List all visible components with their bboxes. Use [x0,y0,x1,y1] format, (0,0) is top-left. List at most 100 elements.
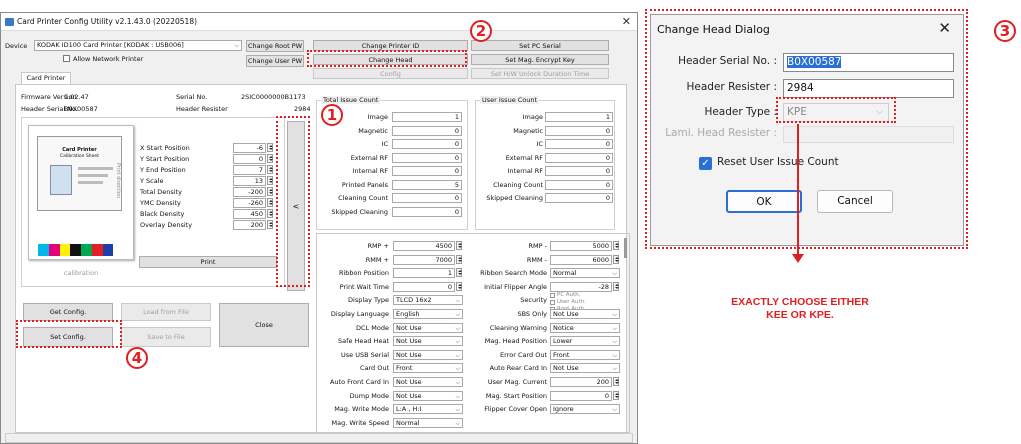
issue-label: IC [381,140,388,148]
change-user-pw-button[interactable]: Change User PW [246,55,304,67]
issue-value: 0 [392,139,462,149]
setting-select[interactable]: Not Use ⌵ [550,309,620,319]
setting-select[interactable]: Ignore ⌵ [550,404,620,415]
position-label: YMC Density [140,199,181,207]
position-value[interactable]: 7 [233,165,266,175]
position-value[interactable]: 200 [233,220,266,230]
header-resister-label: Header Resister [176,105,228,113]
setting-spin-input[interactable]: 0 [393,281,455,292]
position-value[interactable]: 13 [233,176,266,186]
save-to-file-button[interactable]: Save to File [121,327,211,347]
position-value[interactable]: 450 [233,209,266,219]
setting-spin-input[interactable]: 6000 [550,254,612,265]
spin-icon[interactable] [267,143,273,152]
setting-label: Mag. Head Position [484,337,547,346]
chevron-down-icon: ⌵ [612,365,617,373]
allow-network-label: Allow Network Printer [73,55,144,63]
print-button[interactable]: Print [139,256,277,268]
setting-label: Card Out [359,364,389,373]
spin-icon[interactable] [267,220,273,229]
setting-select[interactable]: Not Use ⌵ [393,390,463,401]
device-select[interactable]: KODAK ID100 Card Printer [KODAK : USB006… [34,40,242,51]
color-bar [102,244,114,256]
setting-select[interactable]: TLCD 16x2 ⌵ [393,295,463,306]
setting-spin-input[interactable]: 5000 [550,241,612,251]
spin-icon[interactable] [267,209,273,218]
setting-label: Ribbon Position [338,269,389,278]
setting-select[interactable]: Front ⌵ [393,363,463,374]
security-checkbox[interactable] [550,300,555,306]
tab-card-printer[interactable]: Card Printer [21,72,71,84]
setting-select[interactable]: Not Use ⌵ [393,377,463,387]
setting-label: Cleaning Warning [489,323,547,332]
setting-spin-input[interactable]: 7000 [393,254,455,265]
load-from-file-button[interactable]: Load from File [121,303,211,321]
scrollbar-thumb[interactable] [624,238,627,258]
note-line-2: KEE OR KPE. [766,309,834,321]
setting-select[interactable]: Front ⌵ [550,349,620,360]
position-value[interactable]: -260 [233,198,266,208]
setting-select[interactable]: Not Use ⌵ [393,349,463,360]
position-value[interactable]: 0 [233,154,266,164]
spin-icon[interactable] [267,165,273,174]
setting-select[interactable]: Not Use ⌵ [550,363,620,374]
setting-select[interactable]: Not Use ⌵ [393,336,463,347]
config-button[interactable]: Config [313,68,468,79]
spin-icon[interactable] [613,390,619,400]
allow-network-checkbox[interactable] [63,55,70,62]
spin-icon[interactable] [456,281,462,291]
position-value[interactable]: -6 [233,143,266,153]
close-icon[interactable]: ✕ [622,15,631,28]
spin-icon[interactable] [613,241,619,250]
spin-icon[interactable] [267,187,273,196]
spin-icon[interactable] [456,241,462,250]
spin-icon[interactable] [267,154,273,163]
setting-select[interactable]: Notice ⌵ [550,322,620,333]
chevron-down-icon: ⌵ [455,338,460,346]
setting-spin-input[interactable]: 200 [550,377,612,387]
position-value[interactable]: -200 [233,187,266,197]
color-bar [81,244,92,256]
setting-select[interactable]: English ⌵ [393,309,463,319]
set-pc-serial-button[interactable]: Set PC Serial [471,40,609,51]
setting-select-value: Notice [553,323,574,332]
setting-select[interactable]: Normal ⌵ [393,417,463,428]
spin-icon[interactable] [456,254,462,264]
spin-icon[interactable] [613,254,619,264]
settings-panel: RMP + 4500 RMM + 7000 Ribbon Position 1 Print … [316,233,630,433]
setting-label: RMP + [367,242,389,250]
set-hw-unlock-button[interactable]: Set H/W Unlock Duration Time [471,68,609,79]
setting-label: Error Card Out [500,350,547,359]
issue-value: 0 [392,125,462,136]
setting-label: RMM - [526,255,547,264]
spin-icon[interactable] [613,377,619,386]
chevron-down-icon: ⌵ [612,270,617,278]
setting-select[interactable]: Lower ⌵ [550,336,620,347]
setting-select-value: Front [396,364,413,373]
set-mag-encrypt-button[interactable]: Set Mag. Encrypt Key [471,54,609,65]
change-root-pw-button[interactable]: Change Root PW [246,40,304,52]
issue-value: 0 [545,166,613,176]
spin-icon[interactable] [267,198,273,207]
setting-select[interactable]: Not Use ⌵ [393,322,463,333]
setting-spin-input[interactable]: 4500 [393,241,455,251]
setting-select[interactable]: L:A , H:I ⌵ [393,404,463,415]
status-bar [5,433,633,443]
setting-select[interactable]: Normal ⌵ [550,268,620,279]
setting-spin-input[interactable]: -28 [550,281,612,292]
setting-spin-input[interactable]: 1 [393,268,455,279]
security-checkbox[interactable] [550,293,555,299]
issue-label: Printed Panels [341,180,388,189]
security-option-label: User Auth. [557,299,586,306]
spin-icon[interactable] [613,281,619,291]
spin-icon[interactable] [267,176,273,185]
close-button[interactable]: Close [219,303,309,347]
spin-icon[interactable] [456,268,462,278]
get-config-button[interactable]: Get Config. [23,303,113,321]
highlight-change-head [307,50,467,67]
chevron-down-icon: ⌵ [612,406,617,414]
setting-spin-input[interactable]: 0 [550,390,612,401]
setting-select-value: Not Use [396,323,422,332]
chevron-down-icon: ⌵ [612,324,617,332]
setting-label: RMP - [528,242,547,250]
